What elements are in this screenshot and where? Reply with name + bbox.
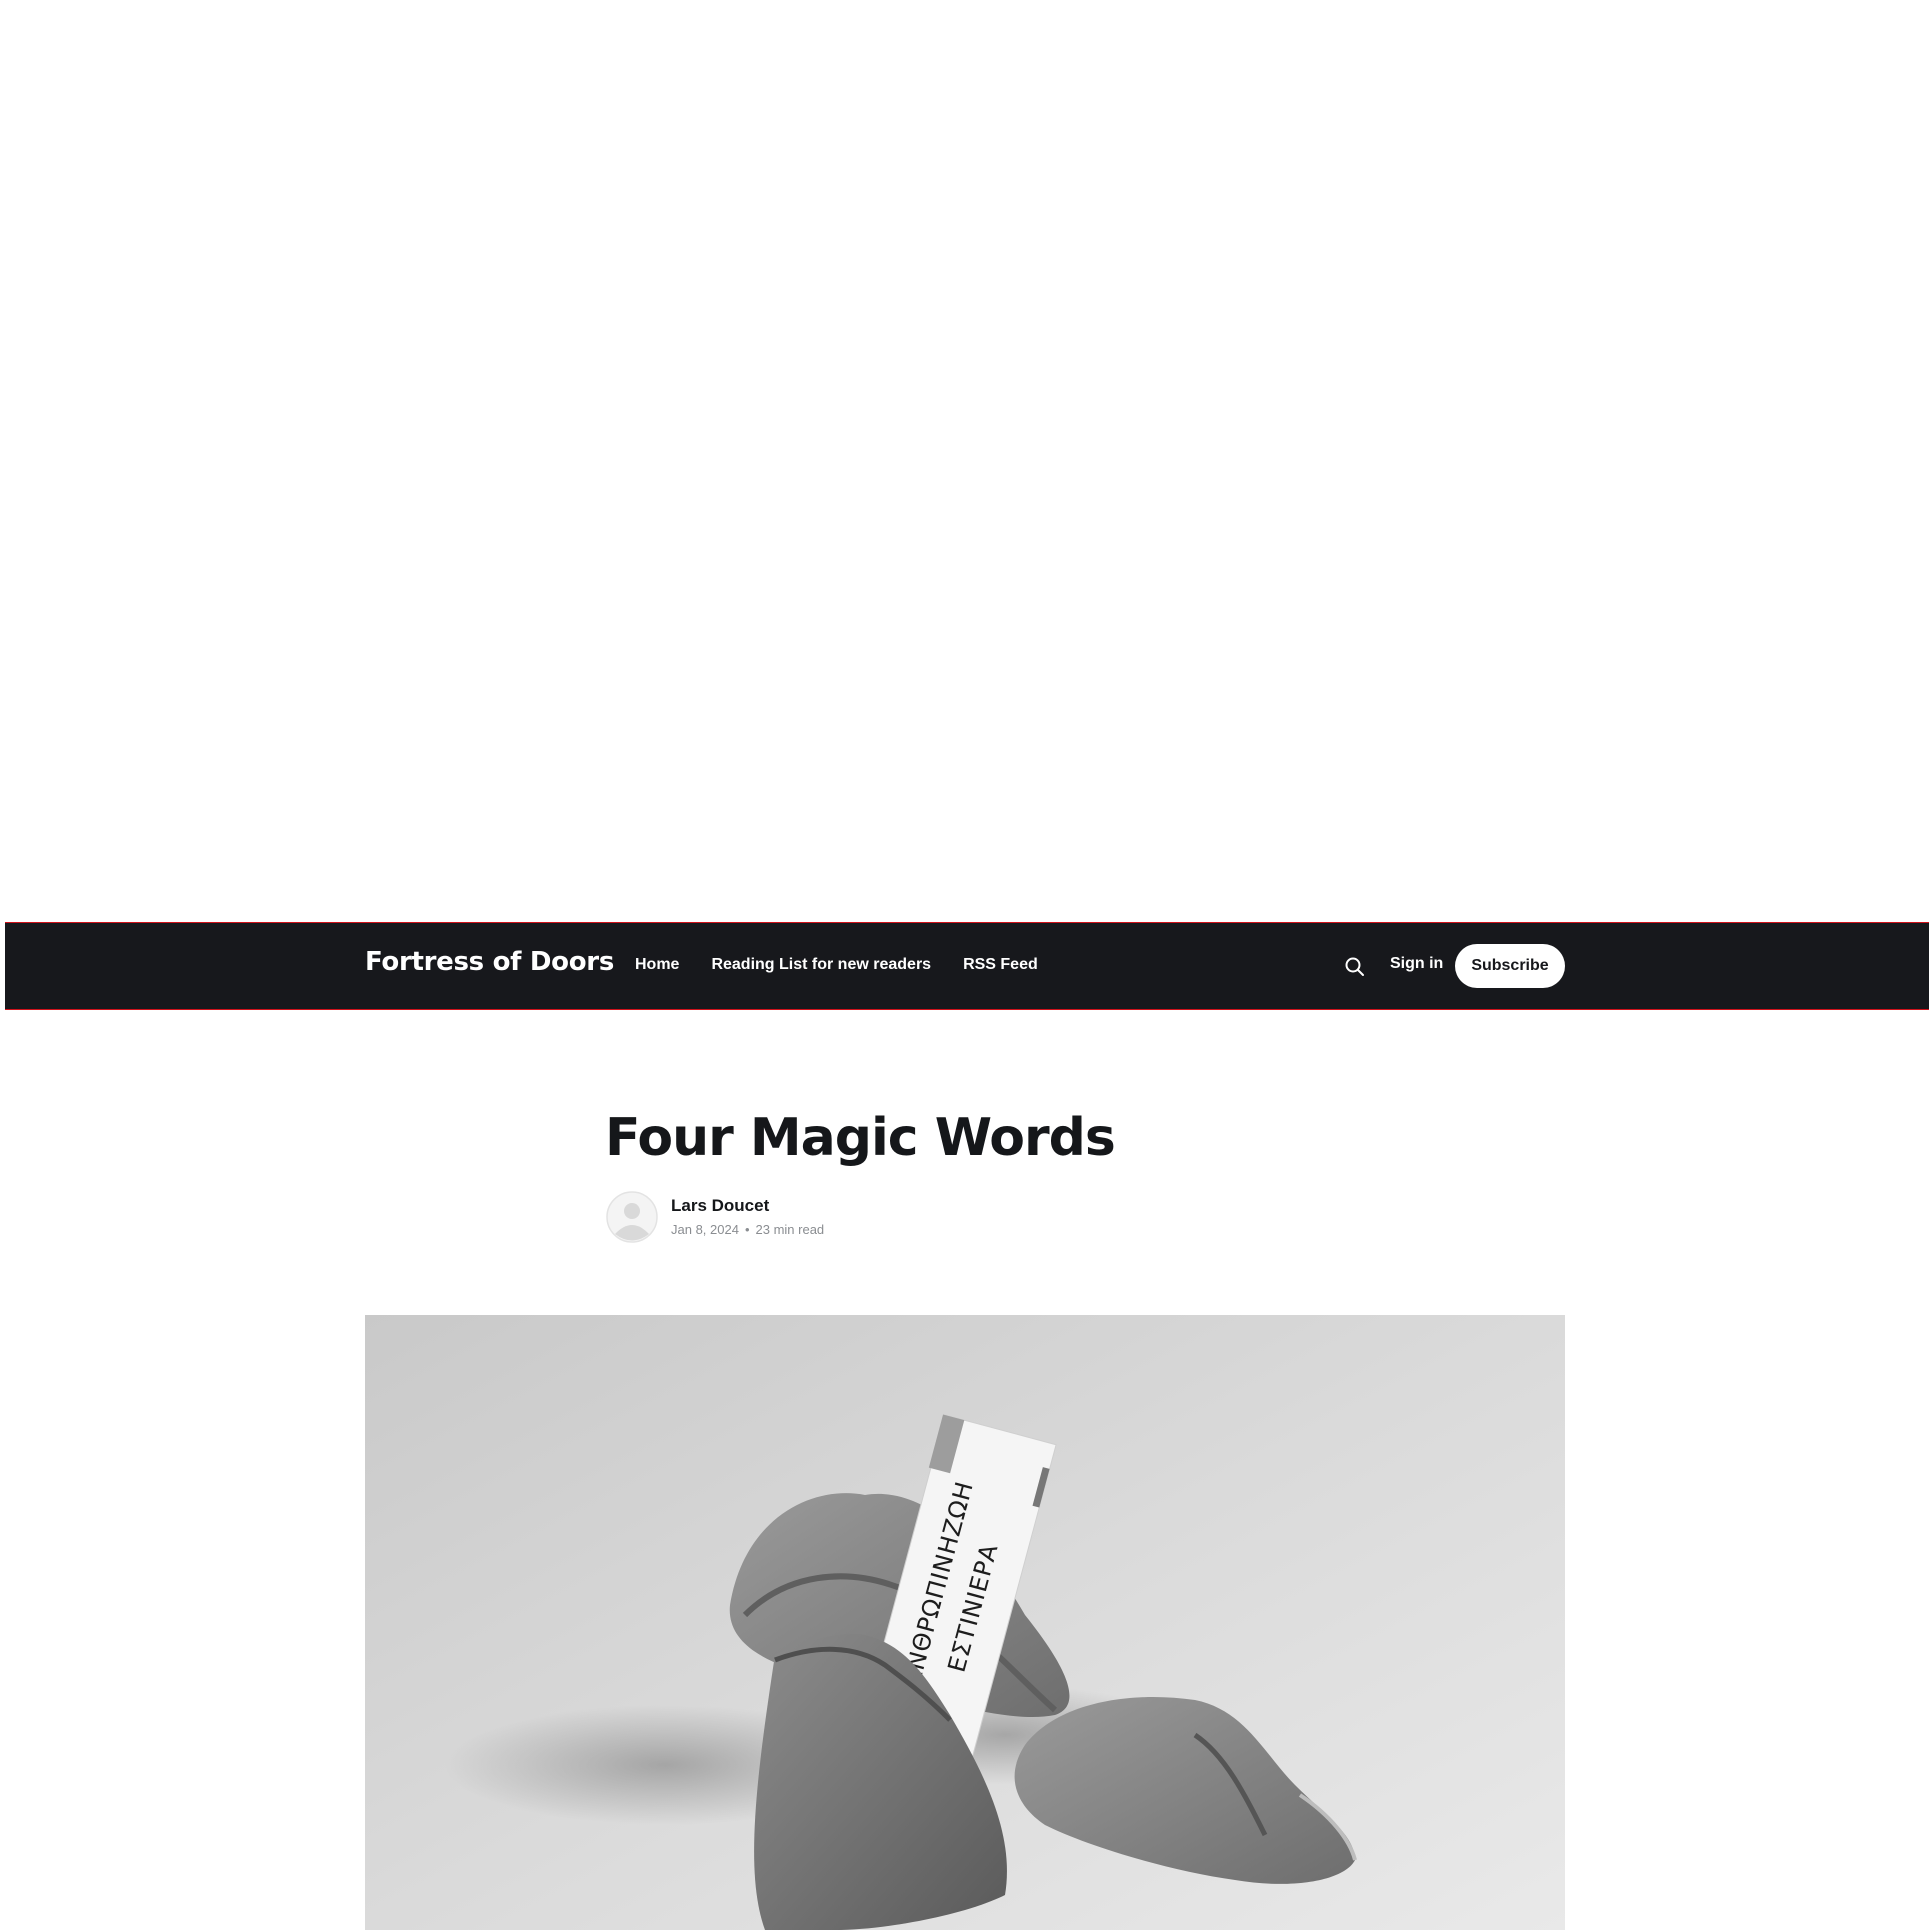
- site-brand-link[interactable]: Fortress of Doors: [365, 947, 614, 977]
- publish-date: Jan 8, 2024: [671, 1222, 739, 1237]
- author-name-link[interactable]: Lars Doucet: [671, 1196, 769, 1216]
- fortune-cookie-image: ΗΑΝΘΡΩΠΙΝΗΖΩΗ ΕΣΤΙΝΙΕΡΑ: [365, 1315, 1565, 1930]
- search-icon[interactable]: [1343, 955, 1367, 979]
- site-navbar: Fortress of Doors Home Reading List for …: [5, 922, 1929, 1010]
- nav-item-home[interactable]: Home: [635, 956, 679, 974]
- article-meta: Jan 8, 2024 • 23 min read: [671, 1222, 824, 1237]
- read-time: 23 min read: [755, 1222, 825, 1237]
- subscribe-button[interactable]: Subscribe: [1455, 944, 1565, 988]
- nav-item-rss-feed[interactable]: RSS Feed: [963, 956, 1038, 974]
- author-avatar[interactable]: [606, 1191, 658, 1243]
- primary-nav: Home Reading List for new readers RSS Fe…: [635, 956, 1038, 974]
- article-title: Four Magic Words: [605, 1108, 1116, 1168]
- signin-link[interactable]: Sign in: [1390, 955, 1443, 973]
- feature-image: ΗΑΝΘΡΩΠΙΝΗΖΩΗ ΕΣΤΙΝΙΕΡΑ: [365, 1315, 1565, 1930]
- nav-item-reading-list[interactable]: Reading List for new readers: [711, 956, 931, 974]
- meta-separator: •: [744, 1222, 750, 1237]
